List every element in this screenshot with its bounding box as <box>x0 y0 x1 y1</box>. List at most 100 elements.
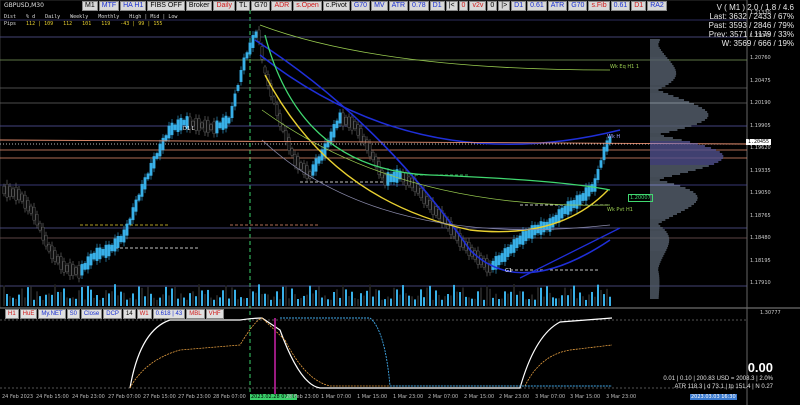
candle-body <box>587 185 591 197</box>
volume-bar <box>192 291 194 306</box>
weekly-high-label: Wk H <box>607 134 621 140</box>
volume-bar <box>258 284 260 306</box>
toolbar-button-4[interactable]: Broker <box>185 1 213 11</box>
volume-bar <box>519 291 521 306</box>
oscillator-button-0[interactable]: H1 <box>5 309 19 319</box>
volume-bar <box>219 297 221 306</box>
volume-bar <box>174 286 176 306</box>
toolbar-button-7[interactable]: G70 <box>251 1 271 11</box>
volume-bar <box>111 291 113 306</box>
toolbar-button-17[interactable]: 0 <box>458 1 469 11</box>
time-tick: 2 Mar 07:00 <box>428 394 459 400</box>
toolbar-button-14[interactable]: 0.78 <box>409 1 429 11</box>
candle-body <box>119 235 123 243</box>
volume-bar <box>15 298 17 306</box>
volume-bar <box>507 293 509 306</box>
volume-bar <box>126 299 128 306</box>
toolbar-button-1[interactable]: MTF <box>98 1 120 11</box>
toolbar-button-21[interactable]: D1 <box>511 1 527 11</box>
candle-body <box>77 265 81 279</box>
volume-bar <box>282 286 284 306</box>
volume-bar <box>162 294 164 306</box>
price-tick: 1.20760 <box>750 55 771 61</box>
candle-body <box>20 193 24 202</box>
price-scale[interactable]: 1.21330 1.21045 1.20760 1.20475 1.20190 1.199… <box>747 0 800 308</box>
time-scale[interactable]: 24 Feb 2023 24 Feb 15:00 24 Feb 23:00 27 Fe… <box>0 393 747 403</box>
price-tick: 1.19335 <box>750 167 771 174</box>
oscillator-button-1[interactable]: HuE <box>19 309 38 319</box>
toolbar-button-15[interactable]: D1 <box>429 1 445 11</box>
toolbar-button-6[interactable]: TL <box>236 1 251 11</box>
volume-bar <box>531 294 533 306</box>
volume-bar <box>540 287 542 306</box>
time-tick: 27 Feb 15:00 <box>143 394 176 400</box>
candle-body <box>377 161 381 175</box>
volume-bar <box>6 293 8 306</box>
volume-bar <box>321 297 323 306</box>
volume-bar <box>198 284 200 306</box>
toolbar-button-28[interactable]: RA2 <box>647 1 667 11</box>
toolbar-button-24[interactable]: G70 <box>568 1 588 11</box>
toolbar-button-11[interactable]: G70 <box>350 1 371 11</box>
toolbar-button-0[interactable]: M1 <box>82 1 98 11</box>
toolbar-button-16[interactable]: |< <box>445 1 458 11</box>
candle-body <box>128 218 132 225</box>
time-tick: 28 Feb 23:00 <box>286 394 319 400</box>
readout-value: 0.00 <box>747 360 773 375</box>
candle-body <box>236 84 240 92</box>
volume-bar <box>411 296 413 306</box>
candle-body <box>590 184 594 192</box>
volume-bar <box>561 295 563 306</box>
toolbar-button-8[interactable]: ADR <box>271 1 293 11</box>
toolbar-button-12[interactable]: MV <box>371 1 388 11</box>
toolbar-button-3[interactable]: FIBS OFF <box>147 1 185 11</box>
candle-body <box>41 227 45 241</box>
volume-bar <box>513 284 515 306</box>
candle-body <box>320 149 324 161</box>
volume-bar <box>414 299 416 306</box>
volume-bar <box>393 287 395 306</box>
toolbar-button-23[interactable]: ATR <box>547 1 568 11</box>
toolbar-button-5[interactable]: Daily <box>213 1 236 11</box>
toolbar-button-22[interactable]: 0.61 <box>527 1 547 11</box>
volume-bar <box>177 298 179 306</box>
oscillator-button-8[interactable]: 0.618 | 43 <box>152 309 186 319</box>
oscillator-button-3[interactable]: S0 <box>66 309 80 319</box>
toolbar-button-20[interactable]: |> <box>498 1 511 11</box>
candle-body <box>287 137 291 151</box>
toolbar-button-2[interactable]: HA H1 <box>120 1 147 11</box>
oscillator-button-2[interactable]: My.NET <box>38 309 66 319</box>
volume-bar <box>486 285 488 306</box>
volume-bar <box>606 288 608 306</box>
toolbar-button-9[interactable]: s.Open <box>293 1 322 11</box>
toolbar-button-26[interactable]: 0.61 <box>610 1 631 11</box>
oscillator-button-10[interactable]: VHF <box>205 309 224 319</box>
candle-body <box>434 206 438 216</box>
pivot-table-header: Dist % d Daily Weekly Monthly High | Mid | Lo… <box>4 14 187 21</box>
oscillator-button-7[interactable]: W1 <box>136 309 152 319</box>
time-tick: 24 Feb 2023 <box>2 394 34 400</box>
toolbar-button-19[interactable]: 0 <box>487 1 498 11</box>
oscillator-button-5[interactable]: DCP <box>103 309 122 319</box>
candle-body <box>410 177 414 189</box>
volume-bar <box>75 298 77 306</box>
toolbar-button-10[interactable]: c.Pivot <box>322 1 350 11</box>
pivot-header-cell: High | Mid | Low <box>129 14 178 20</box>
toolbar-button-27[interactable]: D1 <box>631 1 647 11</box>
volume-bar <box>435 290 437 306</box>
volume-bar <box>567 295 569 306</box>
oscillator-button-4[interactable]: Close <box>80 309 103 319</box>
toolbar-button-25[interactable]: s.Fib <box>588 1 610 11</box>
toolbar-button-18[interactable]: v2v <box>469 1 487 11</box>
price-chart[interactable] <box>0 0 800 405</box>
candle-body <box>437 209 441 219</box>
oscillator-button-6[interactable]: 14 <box>122 309 136 319</box>
toolbar-button-13[interactable]: ATR <box>388 1 409 11</box>
volume-bar <box>459 292 461 306</box>
pivot-table-row: Pips 112 | 109 112 101 119 -43 | 99 | 155 <box>4 21 187 28</box>
oscillator-button-9[interactable]: MBL <box>186 309 205 319</box>
volume-bar <box>471 298 473 306</box>
volume-bar <box>69 298 71 306</box>
candle-body <box>602 146 606 161</box>
candle-body <box>59 256 63 270</box>
